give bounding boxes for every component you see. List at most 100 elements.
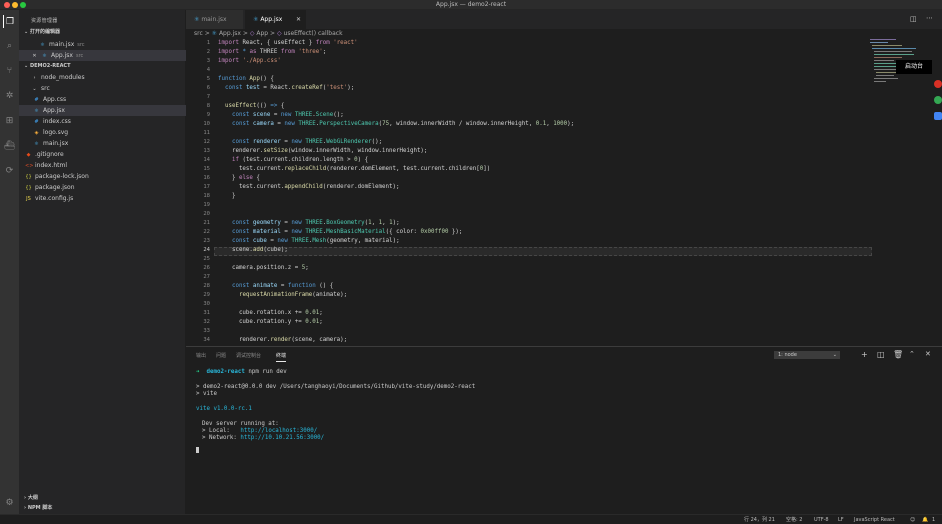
- npm-scripts-section[interactable]: › NPM 脚本: [19, 504, 186, 513]
- breadcrumb-callback[interactable]: useEffect() callback: [284, 30, 343, 37]
- tab-debug-console[interactable]: 调试控制台: [236, 352, 261, 359]
- tab-main-jsx[interactable]: ⚛ main.jsx: [186, 10, 244, 29]
- terminal-line: vite v1.0.0-rc.1: [196, 406, 252, 412]
- line-number: 5: [206, 76, 210, 82]
- line-number: 16: [203, 175, 210, 181]
- line-number: 33: [203, 328, 210, 334]
- tree-file[interactable]: {} package.json: [19, 182, 186, 193]
- extensions-icon[interactable]: ⊞: [3, 114, 16, 127]
- breadcrumb-symbol[interactable]: App: [256, 30, 268, 37]
- tab-problems[interactable]: 问题: [216, 352, 226, 359]
- tree-file[interactable]: ⚛ main.jsx: [19, 138, 186, 149]
- tree-file[interactable]: # index.css: [19, 116, 186, 127]
- terminal-line: > demo2-react@0.0.0 dev /Users/tanghaoyi…: [196, 384, 476, 390]
- plus-icon[interactable]: +: [861, 350, 868, 359]
- line-number: 19: [203, 202, 210, 208]
- line-number: 8: [206, 103, 210, 109]
- tree-file[interactable]: ◆ .gitignore: [19, 149, 186, 160]
- debug-icon[interactable]: ✲: [3, 89, 16, 102]
- terminal-line: > Network: http://10.10.21.56:3000/: [202, 435, 325, 441]
- line-number: 17: [203, 184, 210, 190]
- source-code[interactable]: import React, { useEffect } from 'react'…: [218, 39, 574, 345]
- search-icon[interactable]: ⌕: [3, 39, 16, 52]
- line-number: 20: [203, 211, 210, 217]
- close-icon[interactable]: ✕: [296, 10, 301, 29]
- close-icon[interactable]: ✕: [925, 350, 931, 358]
- open-editors-section[interactable]: ⌄ 打开的编辑器: [19, 28, 186, 37]
- app-icon[interactable]: [934, 112, 942, 120]
- dock-edge: [934, 80, 942, 150]
- tab-output[interactable]: 输出: [196, 352, 206, 359]
- tree-file[interactable]: ⚛ App.jsx: [19, 105, 186, 116]
- outline-section[interactable]: › 大纲: [19, 494, 186, 503]
- terminal-cursor: [196, 447, 199, 453]
- line-number: 7: [206, 94, 210, 100]
- terminal-line: ➜ demo2-react npm run dev: [196, 369, 287, 375]
- tree-file[interactable]: <> index.html: [19, 160, 186, 171]
- launchpad-overlay[interactable]: 启动台: [896, 60, 932, 74]
- split-editor-icon[interactable]: ◫: [910, 15, 917, 23]
- cursor-position[interactable]: 行 24，列 21: [744, 515, 775, 524]
- end-of-line[interactable]: LF: [838, 515, 844, 524]
- docker-icon[interactable]: ⛴: [3, 139, 16, 152]
- split-terminal-icon[interactable]: ◫: [877, 350, 885, 359]
- react-file-icon: ⚛: [42, 53, 47, 59]
- line-number: 23: [203, 238, 210, 244]
- terminal-select[interactable]: 1: node ⌄: [774, 351, 840, 359]
- gear-icon[interactable]: ⚙: [3, 496, 16, 509]
- breadcrumb-src[interactable]: src: [194, 30, 203, 37]
- line-number: 13: [203, 148, 210, 154]
- tree-folder[interactable]: ⌄ src: [19, 83, 186, 94]
- line-number: 27: [203, 274, 210, 280]
- wechat-icon[interactable]: [934, 96, 942, 104]
- tab-terminal[interactable]: 终端: [276, 352, 287, 362]
- breadcrumb-separator: >: [270, 30, 276, 37]
- trash-icon[interactable]: 🗑: [893, 350, 903, 359]
- line-number: 26: [203, 265, 210, 271]
- breadcrumb: src > ⚛ App.jsx > ◇ App > ◇ useEffect() …: [186, 29, 942, 39]
- project-section[interactable]: ⌄ DEMO2-REACT: [19, 62, 186, 71]
- tree-file[interactable]: JS vite.config.js: [19, 193, 186, 204]
- open-editor-item[interactable]: ⚛ main.jsx src: [19, 39, 186, 50]
- tree-file[interactable]: ◈ logo.svg: [19, 127, 186, 138]
- chevron-down-icon: ⌄: [24, 29, 29, 35]
- line-number: 29: [203, 292, 210, 298]
- indentation[interactable]: 空格: 2: [786, 515, 802, 524]
- terminal-panel: 输出 问题 调试控制台 终端 1: node ⌄ + ◫ 🗑 ⌃ ✕ ➜ demo…: [186, 346, 942, 514]
- code-editor[interactable]: 1 2 3 4 5 6 7 8 9 10 11 12 13 14 15 16 17 18 19 20 21 22 23 24 2…: [186, 39, 872, 346]
- line-number: 2: [206, 49, 210, 55]
- react-file-icon: ⚛: [211, 30, 218, 37]
- line-number: 28: [203, 283, 210, 289]
- react-file-icon: ⚛: [253, 16, 259, 23]
- tree-file[interactable]: {} package-lock.json: [19, 171, 186, 182]
- line-number: 25: [203, 256, 210, 262]
- encoding[interactable]: UTF-8: [814, 515, 829, 524]
- line-number: 14: [203, 157, 210, 163]
- chevron-down-icon: ⌄: [24, 63, 29, 69]
- breadcrumb-separator: >: [242, 30, 248, 37]
- line-number: 18: [203, 193, 210, 199]
- more-actions-icon[interactable]: ⋯: [926, 14, 933, 22]
- bell-icon[interactable]: 🔔: [922, 515, 928, 524]
- chrome-icon[interactable]: [934, 80, 942, 88]
- feedback-icon[interactable]: ☺: [910, 515, 915, 524]
- window-title: App.jsx — demo2-react: [435, 1, 507, 8]
- source-control-icon[interactable]: ⑂: [3, 64, 16, 77]
- activity-bar: ❐ ⌕ ⑂ ✲ ⊞ ⛴ ⟳ ⚙: [0, 10, 19, 514]
- line-number: 10: [203, 121, 210, 127]
- line-number: 12: [203, 139, 210, 145]
- explorer-icon[interactable]: ❐: [3, 15, 16, 28]
- live-share-icon[interactable]: ⟳: [3, 164, 16, 177]
- open-editor-item[interactable]: ✕ ⚛ App.jsx src: [19, 50, 186, 61]
- line-number: 22: [203, 229, 210, 235]
- status-bar: 行 24，列 21 空格: 2 UTF-8 LF JavaScript Reac…: [0, 514, 942, 524]
- close-icon[interactable]: ✕: [31, 51, 38, 62]
- tree-file[interactable]: # App.css: [19, 94, 186, 105]
- line-number: 1: [206, 40, 210, 46]
- chevron-up-icon[interactable]: ⌃: [909, 350, 915, 358]
- tree-folder[interactable]: › node_modules: [19, 72, 186, 83]
- breadcrumb-file[interactable]: App.jsx: [219, 30, 241, 37]
- language-mode[interactable]: JavaScript React: [854, 515, 895, 524]
- tab-app-jsx[interactable]: ⚛ App.jsx ✕: [245, 10, 307, 29]
- line-number: 6: [206, 85, 210, 91]
